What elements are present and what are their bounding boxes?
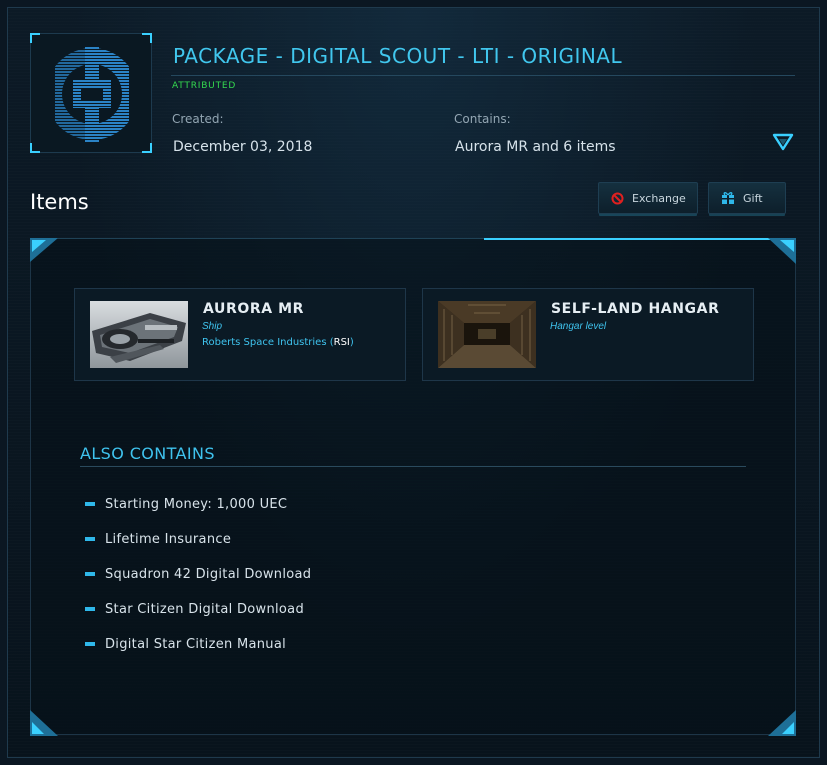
bullet-icon — [85, 537, 95, 541]
item-type: Ship — [202, 321, 223, 332]
gift-button[interactable]: Gift — [708, 182, 786, 214]
exchange-button[interactable]: Exchange — [598, 182, 698, 214]
panel-corner-br — [768, 710, 796, 736]
item-manufacturer[interactable]: Roberts Space Industries (RSI) — [202, 337, 354, 348]
package-title: PACKAGE - DIGITAL SCOUT - LTI - ORIGINAL — [173, 44, 623, 68]
item-card-hangar[interactable]: SELF-LAND HANGAR Hangar level — [422, 288, 754, 381]
status-badge: ATTRIBUTED — [172, 81, 237, 91]
panel-accent-line — [484, 238, 779, 240]
panel-corner-tr — [768, 238, 796, 264]
contains-value: Aurora MR and 6 items — [455, 139, 616, 155]
list-item-label: Lifetime Insurance — [105, 531, 232, 547]
list-item: Star Citizen Digital Download — [85, 601, 304, 617]
panel-corner-tl — [30, 238, 58, 262]
list-item: Starting Money: 1,000 UEC — [85, 496, 287, 512]
manufacturer-code: RSI — [333, 337, 350, 348]
list-item: Digital Star Citizen Manual — [85, 636, 286, 652]
list-item-label: Starting Money: 1,000 UEC — [105, 496, 288, 512]
panel-corner-bl — [30, 710, 58, 736]
bullet-icon — [85, 502, 95, 506]
exchange-label: Exchange — [632, 191, 686, 205]
bullet-icon — [85, 642, 95, 646]
item-card-aurora[interactable]: AURORA MR Ship Roberts Space Industries … — [74, 288, 406, 381]
gift-icon — [722, 192, 734, 204]
title-divider — [171, 75, 795, 76]
also-contains-heading: ALSO CONTAINS — [80, 444, 215, 463]
package-logo-icon — [55, 46, 129, 142]
bullet-icon — [85, 572, 95, 576]
gift-label: Gift — [743, 191, 763, 205]
items-heading: Items — [30, 190, 89, 214]
item-name: SELF-LAND HANGAR — [551, 301, 720, 317]
list-item-label: Star Citizen Digital Download — [105, 601, 304, 617]
item-name: AURORA MR — [203, 301, 305, 317]
contains-label: Contains: — [454, 112, 511, 126]
list-item: Squadron 42 Digital Download — [85, 566, 311, 582]
bullet-icon — [85, 607, 95, 611]
created-value: December 03, 2018 — [173, 139, 313, 155]
list-item-label: Squadron 42 Digital Download — [105, 566, 312, 582]
list-item-label: Digital Star Citizen Manual — [105, 636, 287, 652]
ship-image — [90, 301, 188, 368]
panel-top-edge — [58, 238, 484, 239]
item-type: Hangar level — [550, 321, 607, 332]
list-item: Lifetime Insurance — [85, 531, 231, 547]
exchange-icon — [611, 192, 624, 204]
chevron-down-icon[interactable] — [772, 132, 794, 152]
hangar-image — [438, 301, 536, 368]
package-thumbnail — [30, 33, 152, 153]
created-label: Created: — [172, 112, 224, 126]
also-contains-divider — [80, 466, 746, 467]
manufacturer-name[interactable]: Roberts Space Industries — [202, 337, 327, 348]
